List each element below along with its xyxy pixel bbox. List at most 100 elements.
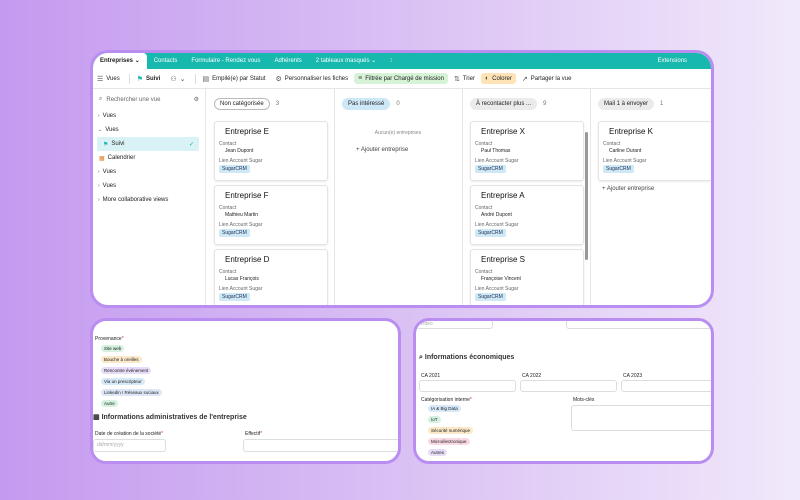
gear-icon[interactable]: ⚙ [194, 96, 199, 103]
contact-value: Mathieu Martin [225, 212, 259, 218]
calendar-icon: ▦ [99, 155, 105, 162]
effectif-input[interactable] [243, 439, 398, 452]
record-card[interactable]: Entreprise A Contact André Dupont Lien Acco… [470, 185, 584, 245]
date-input[interactable]: dd/mm/yyyy [93, 439, 166, 452]
record-card[interactable]: Entreprise D Contact Lucas François Lien Ac… [214, 249, 328, 305]
keywords-input[interactable] [571, 405, 711, 431]
sidebar-item-calendrier[interactable]: ▦ Calendrier [93, 151, 205, 165]
column-header[interactable]: À recontacter plus ... 9 [470, 97, 590, 111]
chevron-down-icon[interactable]: ⌄ [135, 58, 140, 64]
column-scrollbar[interactable] [585, 132, 588, 260]
filter-label: Filtrée par Chargé de mission [365, 75, 444, 82]
filter-button[interactable]: ≡ Filtrée par Chargé de mission [354, 73, 448, 84]
current-view-button[interactable]: ⚑ Suivi [133, 73, 165, 85]
field-label: Date de création de la société [95, 431, 162, 437]
field-label: Contact [475, 141, 493, 147]
column-header[interactable]: Non catégorisée 3 [214, 97, 334, 111]
chevron-right-icon: › [98, 197, 100, 203]
effectif-label: Effectif* [245, 431, 262, 437]
field-label: Contact [219, 141, 237, 147]
option-chip[interactable]: Autres [428, 449, 448, 456]
share-view-button[interactable]: ↗ Partager la vue [518, 73, 576, 85]
sidebar-section-vues[interactable]: › Vues [93, 165, 205, 179]
kanban-column: À recontacter plus ... 9 Entreprise X Cont… [462, 88, 591, 305]
column-header[interactable]: Pas intéressé 0 [342, 97, 462, 111]
view-search[interactable]: ⌕ Rechercher une vue ⚙ [93, 88, 205, 109]
sidebar-item-label: Vues [102, 183, 117, 189]
add-record-button[interactable]: + Ajouter entreprise [356, 147, 408, 153]
sidebar-section-vues[interactable]: › Vues [93, 179, 205, 193]
section-label: Informations administratives de l'entrep… [101, 414, 247, 421]
tab-contacts[interactable]: Contacts [147, 53, 185, 69]
field-label: Lien Account Sugar [603, 158, 647, 164]
contact-value: Lucas François [225, 276, 259, 282]
sort-icon: ⇅ [453, 75, 460, 83]
partial-input[interactable]: Vidéo [416, 321, 493, 329]
partial-input[interactable] [566, 321, 711, 329]
chevron-down-icon: ⌄ [371, 58, 377, 64]
option-chip[interactable]: Microélectronique [428, 438, 470, 445]
tab-adherents[interactable]: Adhérents [267, 53, 308, 69]
extensions-button[interactable]: Extensions [651, 53, 711, 69]
sidebar-section-vues[interactable]: ⌄ Vues [93, 123, 205, 137]
search-input[interactable]: Rechercher une vue [106, 97, 160, 103]
sidebar-item-suivi[interactable]: ⚑ Suivi ✓ [97, 137, 199, 151]
option-chip[interactable]: Bouche à oreilles [101, 356, 142, 363]
record-card[interactable]: Entreprise K Contact Carline Durant Lien Ac… [598, 121, 711, 181]
filter-icon: ≡ [358, 75, 363, 82]
option-chip[interactable]: Autre [101, 400, 118, 407]
option-chip[interactable]: Sécurité numérique [428, 427, 474, 434]
view-options-button[interactable]: ⚇ ⌄ [166, 73, 189, 85]
section-title: ▦ Informations administratives de l'entr… [93, 413, 247, 421]
customize-label: Personnaliser les fiches [284, 75, 349, 82]
sort-label: Trier [462, 75, 475, 82]
plus-icon: + [356, 147, 360, 153]
column-count: 3 [275, 101, 280, 107]
column-header[interactable]: Mail 1 à envoyer 1 [598, 97, 711, 111]
record-card[interactable]: Entreprise S Contact Françoise Vincent Lien… [470, 249, 584, 305]
option-chip[interactable]: Via un prescripteur [101, 378, 145, 385]
people-icon: ⚇ [170, 75, 177, 83]
tab-entreprises[interactable]: Entreprises ⌄ [93, 53, 147, 69]
toolbar: ☰ Vues ⚑ Suivi ⚇ ⌄ ▤ Empilé(e) par Statut ⚙ P… [93, 69, 711, 89]
contact-value: Jean Dupont [225, 148, 254, 154]
customize-cards-button[interactable]: ⚙ Personnaliser les fiches [272, 73, 353, 85]
sugar-tag: SugarCRM [475, 293, 506, 301]
contact-value: André Dupont [481, 212, 512, 218]
option-chip[interactable]: Site web [101, 345, 125, 352]
card-title: Entreprise K [609, 127, 654, 136]
field-label: Effectif [245, 431, 261, 437]
option-chip[interactable]: Rencontre événement [101, 367, 152, 374]
kanban-column: Pas intéressé 0 Aucun(e) entreprises + Aj… [334, 88, 463, 305]
magnifier-icon: ⌕ [419, 354, 423, 361]
sidebar-section-vues[interactable]: › Vues [93, 109, 205, 123]
record-card[interactable]: Entreprise E Contact Jean Dupont Lien Accou… [214, 121, 328, 181]
field-label: Contact [475, 269, 493, 275]
option-chip[interactable]: IoT [428, 416, 441, 423]
record-card[interactable]: Entreprise F Contact Mathieu Martin Lien Ac… [214, 185, 328, 245]
tab-formulaire[interactable]: Formulaire - Rendez vous [184, 53, 267, 69]
sort-button[interactable]: ⇅ Trier [450, 73, 479, 85]
ca-2023-input[interactable] [621, 380, 711, 392]
column-name: Mail 1 à envoyer [598, 98, 655, 110]
partial-value: Vidéo [420, 321, 433, 327]
group-button[interactable]: ▤ Empilé(e) par Statut [199, 73, 270, 85]
contact-value: Françoise Vincent [481, 276, 521, 282]
record-card[interactable]: Entreprise X Contact Paul Thomas Lien Accou… [470, 121, 584, 181]
tab-hidden-tables[interactable]: 2 tableaux masqués ⌄ [309, 53, 383, 69]
required-marker: * [469, 397, 472, 403]
sidebar-item-label: Vues [102, 169, 117, 175]
check-icon: ✓ [188, 141, 194, 148]
add-record-button[interactable]: + Ajouter entreprise [602, 186, 654, 192]
sidebar-section-collaborative[interactable]: › More collaborative views [93, 193, 205, 207]
color-button[interactable]: ◐ Colorer [480, 73, 516, 84]
views-button[interactable]: ☰ Vues [93, 73, 124, 85]
sidebar-item-label: Vues [102, 113, 117, 119]
kanban-column: Mail 1 à envoyer 1 Entreprise K Contact Car… [590, 88, 711, 305]
color-label: Colorer [492, 75, 512, 82]
option-chip[interactable]: IA & Big Data [428, 405, 461, 412]
option-chip[interactable]: Linkedin / Réseaux sociaux [101, 389, 162, 396]
ca-2021-input[interactable] [419, 380, 516, 392]
more-tabs-icon[interactable]: ⁝ [383, 53, 399, 69]
ca-2022-input[interactable] [520, 380, 617, 392]
